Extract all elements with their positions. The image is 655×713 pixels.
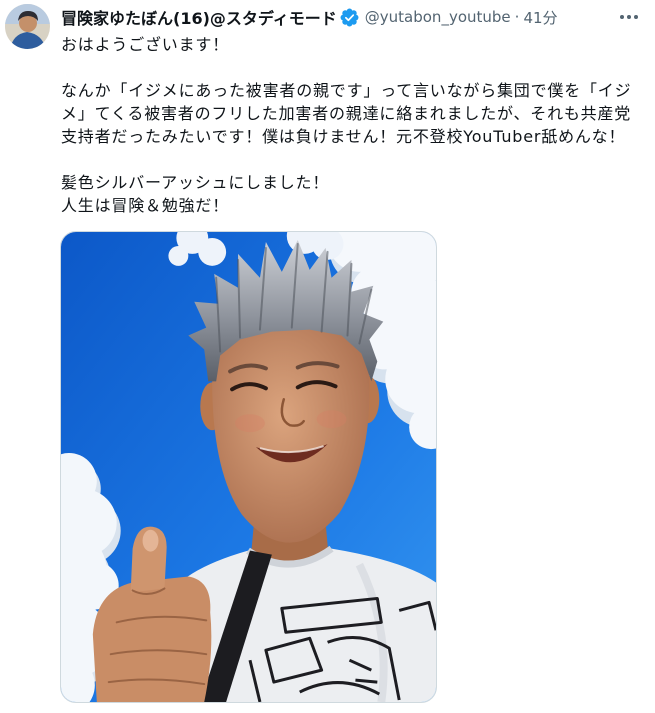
avatar-image (5, 4, 50, 49)
avatar[interactable] (5, 4, 50, 49)
header-separator: · (514, 8, 520, 26)
tweet-timestamp[interactable]: 41分 (523, 7, 557, 28)
photo-image (61, 232, 436, 702)
more-icon[interactable] (618, 8, 640, 26)
tweet-text-paragraph: おはようございます！ (61, 33, 646, 56)
tweet-header: 冒険家ゆたぼん(16)@スタディモード @yutabon_youtube · 4… (61, 5, 558, 29)
tweet-text-line: 人生は冒険＆勉強だ！ (61, 196, 230, 215)
author-display-name[interactable]: 冒険家ゆたぼん(16)@スタディモード (61, 5, 337, 29)
tweet[interactable]: 冒険家ゆたぼん(16)@スタディモード @yutabon_youtube · 4… (0, 0, 655, 713)
tweet-text-paragraph: 髪色シルバーアッシュにしました！ 人生は冒険＆勉強だ！ (61, 171, 646, 217)
tweet-photo[interactable] (60, 231, 437, 703)
tweet-text-line: メ」てくる被害者のフリした加害者の親達に絡まれましたが、それも共産党 (61, 104, 632, 123)
tweet-text: おはようございます！ なんか「イジメにあった被害者の親です」って言いながら集団で… (61, 33, 646, 240)
tweet-text-line: 支持者だったみたいです！僕は負けません！元不登校YouTuber舐めんな！ (61, 127, 626, 146)
tweet-text-line: 髪色シルバーアッシュにしました！ (61, 173, 330, 192)
tweet-text-paragraph: なんか「イジメにあった被害者の親です」って言いながら集団で僕を「イジ メ」てくる… (61, 79, 646, 148)
verified-badge-icon (340, 8, 359, 27)
author-handle[interactable]: @yutabon_youtube (365, 8, 511, 26)
tweet-text-line: なんか「イジメにあった被害者の親です」って言いながら集団で僕を「イジ (61, 81, 632, 100)
tweet-text-line: おはようございます！ (61, 35, 230, 54)
